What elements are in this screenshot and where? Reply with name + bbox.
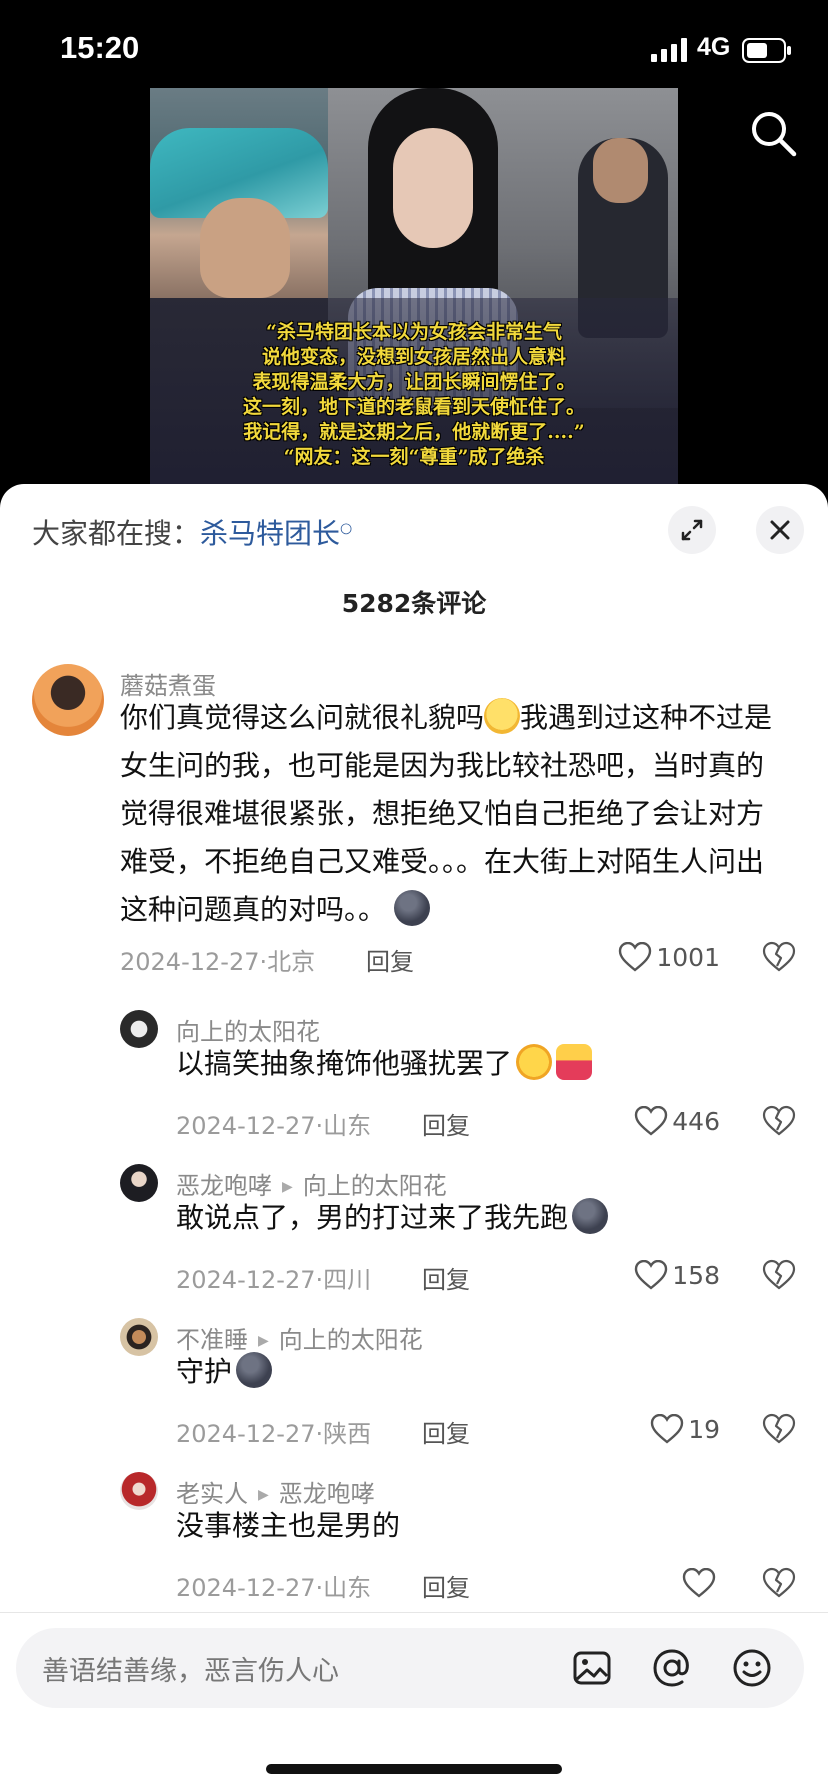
status-bar: 15:20 4G [0, 0, 828, 100]
like-count: 1001 [656, 942, 720, 972]
at-icon[interactable] [652, 1648, 692, 1688]
reply-button[interactable]: 回复 [422, 1414, 470, 1449]
avatar[interactable] [32, 664, 104, 736]
reply-button[interactable]: 回复 [422, 1106, 470, 1141]
background-man-head [593, 138, 648, 203]
video-frame-left [150, 88, 328, 298]
comment-date-location: 2024-12-27·山东 [176, 1112, 372, 1140]
heart-icon [635, 1106, 668, 1136]
avatar[interactable] [120, 1472, 158, 1510]
reply-button[interactable]: 回复 [366, 942, 414, 977]
smirk-emoji-icon [484, 698, 521, 734]
like-button[interactable]: 446 [600, 1104, 720, 1138]
broken-heart-icon[interactable] [762, 940, 796, 974]
emoji-icon[interactable] [732, 1648, 772, 1688]
comment-text-part: 敢说点了，男的打过来了我先跑 [176, 1201, 569, 1234]
image-icon[interactable] [572, 1648, 612, 1688]
broken-heart-icon[interactable] [762, 1258, 796, 1292]
heart-icon [682, 1568, 716, 1598]
comment-input-placeholder: 善语结善缘，恶言伤人心 [42, 1656, 339, 1687]
reply-button[interactable]: 回复 [422, 1260, 470, 1295]
screen: { "status_bar": { "time": "15:20", "netw… [0, 0, 828, 1792]
avatar[interactable] [120, 1164, 158, 1202]
broken-heart-icon[interactable] [762, 1566, 796, 1600]
reply-arrow-icon: ▶ [282, 1179, 293, 1195]
broken-heart-icon[interactable] [762, 1104, 796, 1138]
dark-blob-emoji-icon [572, 1198, 609, 1234]
reply-arrow-icon: ▶ [258, 1333, 269, 1349]
dark-blob-emoji-icon [394, 890, 431, 926]
comment-date-location: 2024-12-27·陕西 [176, 1420, 372, 1448]
comment-date-location: 2024-12-27·山东 [176, 1574, 372, 1602]
expand-button[interactable] [668, 506, 716, 554]
expand-icon [681, 519, 703, 541]
close-icon [770, 520, 790, 540]
comment-count: 5282条评论 [341, 589, 487, 618]
trending-search-bar[interactable]: 大家都在搜：杀马特团长○ [32, 512, 352, 552]
avatar[interactable] [120, 1318, 158, 1356]
trending-keyword[interactable]: 杀马特团长 [200, 517, 340, 550]
like-button[interactable]: 19 [600, 1412, 720, 1446]
battery-icon [742, 38, 791, 63]
comment-text-part: 你们真觉得这么问就很礼貌吗 [120, 701, 485, 734]
status-time: 15:20 [60, 30, 140, 65]
comment-text: 没事楼主也是男的 [176, 1502, 776, 1550]
heart-icon [635, 1260, 668, 1290]
like-button[interactable] [600, 1566, 720, 1600]
reply-item: 不准睡 ▶ 向上的太阳花 守护 2024-12-27·陕西 回复 19 [0, 1318, 828, 1448]
woman-face [393, 128, 473, 248]
reply-item: 老实人 ▶ 恶龙咆哮 没事楼主也是男的 2024-12-27·山东 回复 [0, 1472, 828, 1602]
like-button[interactable]: 1001 [600, 940, 720, 974]
close-button[interactable] [756, 506, 804, 554]
avatar[interactable] [120, 1010, 158, 1048]
thumbs-up-emoji-icon [556, 1044, 593, 1080]
comment-text: 你们真觉得这么问就很礼貌吗 我遇到过这种不过是女生问的我，也可能是因为我比较社恐吧… [120, 694, 790, 934]
comment-item: 蘑菇煮蛋 你们真觉得这么问就很礼貌吗 我遇到过这种不过是女生问的我，也可能是因为我… [0, 664, 828, 984]
comment-input[interactable]: 善语结善缘，恶言伤人心 [16, 1628, 804, 1708]
home-indicator[interactable] [266, 1764, 562, 1774]
man-face [200, 198, 290, 298]
comment-text-part: 守护 [176, 1355, 233, 1388]
rofl-emoji-icon [516, 1044, 553, 1080]
reply-item: 向上的太阳花 以搞笑抽象掩饰他骚扰罢了 2024-12-27·山东 回复 446 [0, 1010, 828, 1140]
reply-button[interactable]: 回复 [422, 1568, 470, 1603]
video-caption: “杀马特团长本以为女孩会非常生气 说他变态，没想到女孩居然出人意料 表现得温柔大… [242, 321, 585, 468]
comment-text: 以搞笑抽象掩饰他骚扰罢了 [176, 1040, 776, 1088]
heart-icon [619, 942, 652, 972]
reply-item: 恶龙咆哮 ▶ 向上的太阳花 敢说点了，男的打过来了我先跑 2024-12-27·四川… [0, 1164, 828, 1294]
like-button[interactable]: 158 [600, 1258, 720, 1292]
video-player[interactable]: “杀马特团长本以为女孩会非常生气 说他变态，没想到女孩居然出人意料 表现得温柔大… [150, 88, 678, 484]
divider [0, 1612, 828, 1613]
comment-text-part: 我遇到过这种不过是女生问的我，也可能是因为我比较社恐吧，当时真的觉得很难堪很紧张… [120, 701, 773, 926]
like-count: 446 [672, 1106, 720, 1136]
heart-icon [650, 1414, 684, 1444]
broken-heart-icon[interactable] [762, 1412, 796, 1446]
comment-text: 守护 [176, 1348, 776, 1396]
trending-search-small-icon: ○ [340, 520, 353, 537]
like-count: 19 [688, 1414, 720, 1444]
reply-arrow-icon: ▶ [258, 1487, 269, 1503]
signal-icon [651, 38, 687, 62]
comment-text-part: 以搞笑抽象掩饰他骚扰罢了 [176, 1047, 513, 1080]
comment-date-location: 2024-12-27·四川 [176, 1266, 372, 1294]
comment-date-location: 2024-12-27·北京 [120, 948, 316, 976]
like-count: 158 [672, 1260, 720, 1290]
trending-prefix: 大家都在搜： [32, 517, 201, 550]
network-label: 4G [697, 33, 731, 61]
comment-text-part: 没事楼主也是男的 [176, 1509, 401, 1542]
dark-blob-emoji-icon [236, 1352, 273, 1388]
search-icon[interactable] [748, 108, 798, 158]
comment-sheet: 大家都在搜：杀马特团长○ 5282条评论 蘑菇煮蛋 你们真觉得这么问就很礼貌吗我… [0, 484, 828, 1792]
comment-text: 敢说点了，男的打过来了我先跑 [176, 1194, 776, 1242]
